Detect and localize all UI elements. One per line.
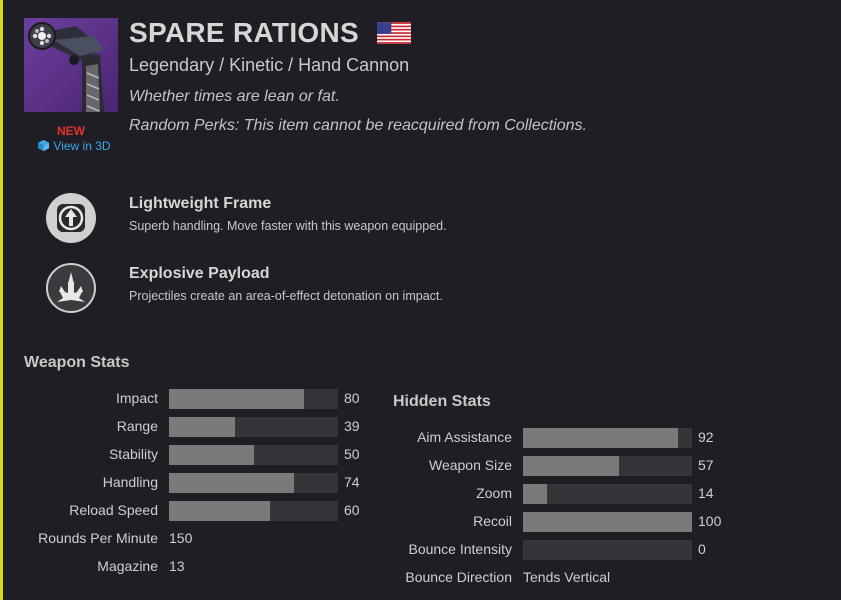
stat-bar (523, 456, 692, 476)
stat-value: Tends Vertical (523, 569, 611, 585)
stat-value: 80 (344, 390, 360, 406)
lightweight-frame-icon (46, 193, 96, 243)
stat-label: Rounds Per Minute (38, 530, 158, 546)
stat-bar-fill (169, 473, 295, 493)
stat-label: Weapon Size (428, 457, 512, 473)
weapon-stats-title: Weapon Stats (24, 354, 130, 371)
stat-value: 57 (698, 457, 714, 473)
stat-value: 14 (698, 485, 714, 501)
view-in-3d-label: View in 3D (53, 139, 111, 153)
stat-bar (169, 501, 338, 521)
item-title: SPARE RATIONS (129, 17, 359, 48)
stat-bar (169, 417, 338, 437)
perk-text: Lightweight Frame Superb handling. Move … (129, 195, 629, 233)
stat-label: Impact (115, 390, 158, 406)
stat-bar (169, 445, 338, 465)
stat-label: Zoom (476, 485, 512, 501)
perk-explosive-payload[interactable]: Explosive Payload Projectiles create an … (46, 263, 443, 313)
stat-value: 60 (344, 502, 360, 518)
perk-description: Projectiles create an area-of-effect det… (129, 289, 443, 303)
stat-label: Stability (108, 446, 158, 462)
stat-bar-fill (523, 456, 620, 476)
weapon-icon (24, 18, 118, 112)
stat-bar (169, 389, 338, 409)
stat-label: Aim Assistance (417, 429, 512, 445)
perk-text: Explosive Payload Projectiles create an … (129, 265, 629, 303)
stat-bar-fill (523, 428, 679, 448)
stat-label: Reload Speed (69, 502, 158, 518)
view-in-3d-link[interactable]: View in 3D (24, 139, 124, 153)
perk-name: Explosive Payload (129, 265, 270, 282)
stat-bar-fill (523, 512, 692, 532)
stat-bar (523, 540, 692, 560)
stat-value: 39 (344, 418, 360, 434)
stat-bar-fill (169, 501, 271, 521)
stat-value: 74 (344, 474, 360, 490)
perk-description: Superb handling. Move faster with this w… (129, 219, 447, 233)
stat-label: Range (116, 418, 158, 434)
stat-bar-fill (523, 484, 547, 504)
item-subtitle: Legendary / Kinetic / Hand Cannon (129, 55, 410, 75)
new-badge: NEW (57, 124, 85, 138)
stat-bar (523, 428, 692, 448)
stat-bar-fill (169, 417, 235, 437)
stat-label: Magazine (97, 558, 158, 574)
stat-bar-fill (169, 445, 254, 465)
random-perks-note: Random Perks: This item cannot be reacqu… (129, 117, 587, 134)
stat-label: Bounce Intensity (408, 541, 512, 557)
hidden-stats-title: Hidden Stats (393, 393, 491, 410)
stat-label: Bounce Direction (405, 569, 512, 585)
explosive-payload-icon (46, 263, 96, 313)
perk-lightweight-frame[interactable]: Lightweight Frame Superb handling. Move … (46, 193, 447, 243)
perk-name: Lightweight Frame (129, 195, 272, 212)
stat-value: 100 (698, 513, 722, 529)
title-row: SPARE RATIONS (129, 17, 411, 49)
accent-bar (0, 0, 3, 600)
flavor-text: Whether times are lean or fat. (129, 88, 340, 105)
stat-value: 150 (169, 530, 193, 546)
us-flag-icon (377, 22, 411, 44)
stat-value: 50 (344, 446, 360, 462)
stat-value: 92 (698, 429, 714, 445)
stat-bar (523, 512, 692, 532)
stat-value: 13 (169, 558, 185, 574)
stat-bar (523, 484, 692, 504)
stat-bar-fill (169, 389, 305, 409)
stat-bar (169, 473, 338, 493)
stat-label: Recoil (473, 513, 512, 529)
stat-label: Handling (102, 474, 158, 490)
stat-value: 0 (698, 541, 706, 557)
cube-icon (37, 139, 50, 153)
